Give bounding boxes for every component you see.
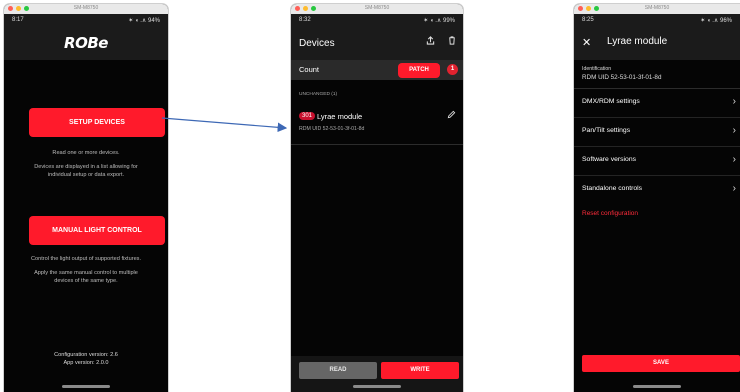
flow-arrow xyxy=(161,117,288,133)
